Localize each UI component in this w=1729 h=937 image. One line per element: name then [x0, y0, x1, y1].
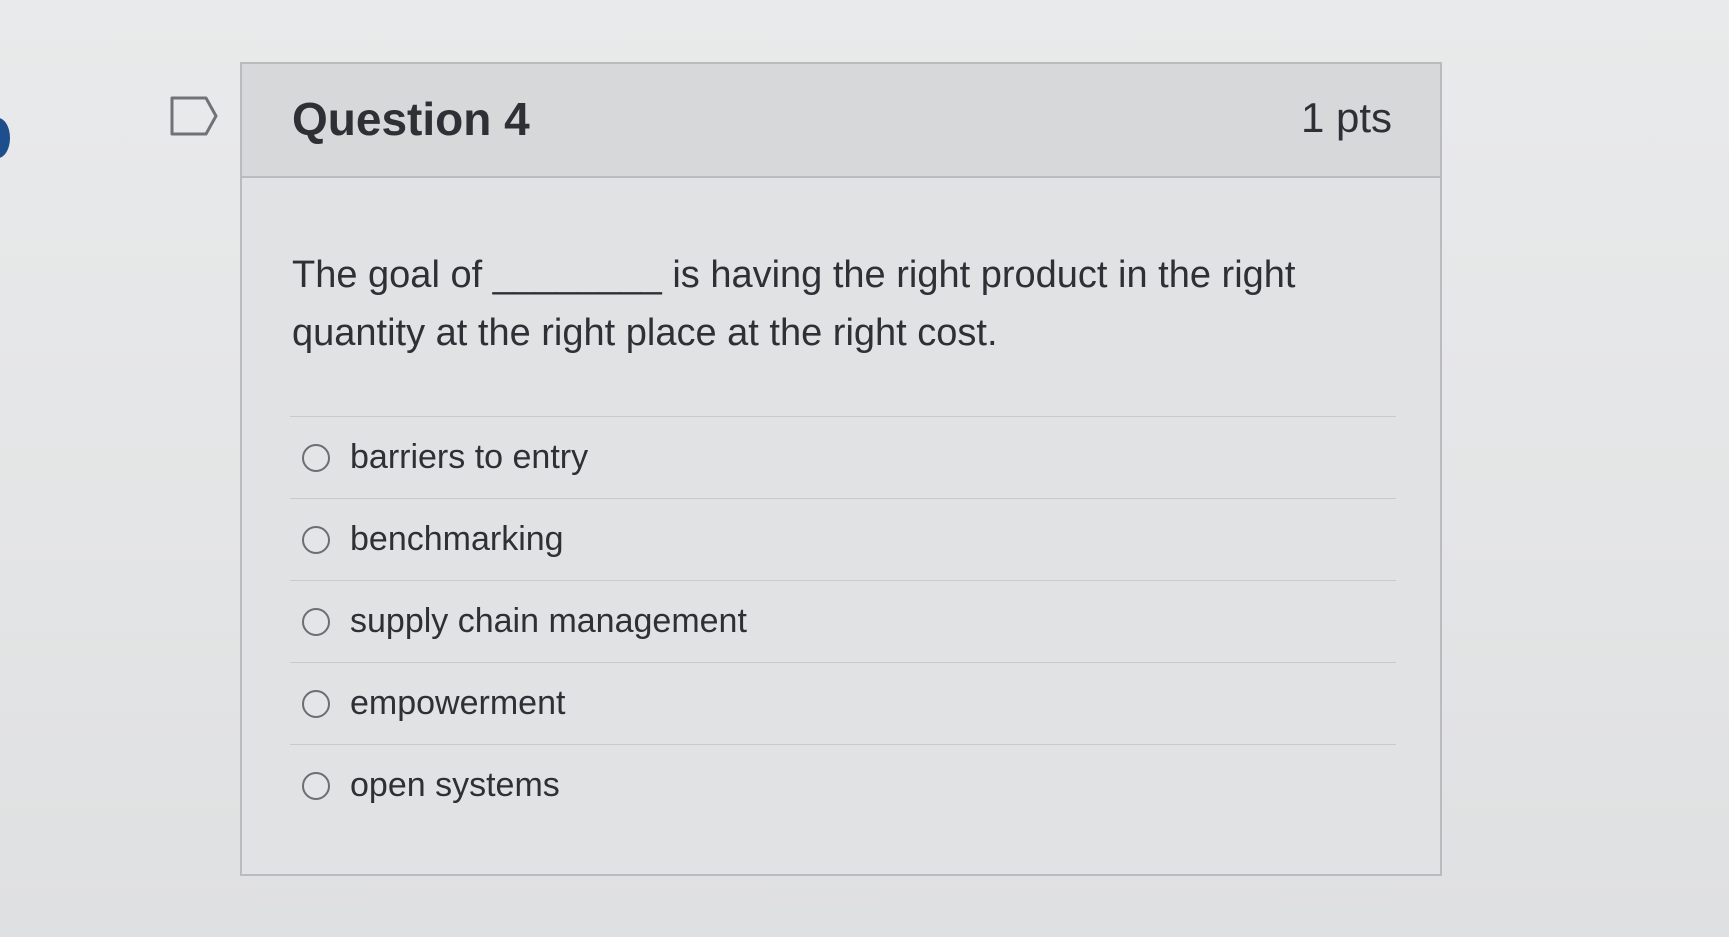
question-text: The goal of ________ is having the right…: [292, 254, 1296, 354]
answer-label[interactable]: supply chain management: [350, 602, 747, 641]
question-points: 1 pts: [1300, 94, 1392, 141]
radio-unselected-icon[interactable]: [302, 443, 330, 472]
answer-option[interactable]: supply chain management: [290, 580, 1396, 662]
answer-label[interactable]: benchmarking: [350, 520, 564, 559]
quiz-page: Question 4 1 pts The goal of ________ is…: [0, 0, 1729, 937]
question-title: Question 4: [292, 93, 530, 145]
answer-list: barriers to entry benchmarking supply ch…: [290, 416, 1396, 826]
answer-option[interactable]: empowerment: [290, 662, 1396, 744]
answer-option[interactable]: benchmarking: [290, 498, 1396, 580]
radio-unselected-icon[interactable]: [302, 525, 330, 554]
radio-unselected-icon[interactable]: [302, 689, 330, 718]
answer-label[interactable]: open systems: [350, 766, 560, 805]
answer-label[interactable]: barriers to entry: [350, 438, 588, 477]
radio-unselected-icon[interactable]: [302, 771, 330, 800]
answer-option[interactable]: barriers to entry: [290, 416, 1396, 498]
question-header: Question 4 1 pts: [242, 64, 1440, 178]
flag-question-icon[interactable]: [170, 96, 220, 136]
radio-unselected-icon[interactable]: [302, 607, 330, 636]
answer-label[interactable]: empowerment: [350, 684, 565, 723]
answer-option[interactable]: open systems: [290, 744, 1396, 826]
side-indicator: [0, 118, 10, 158]
question-card: Question 4 1 pts The goal of ________ is…: [240, 62, 1442, 876]
